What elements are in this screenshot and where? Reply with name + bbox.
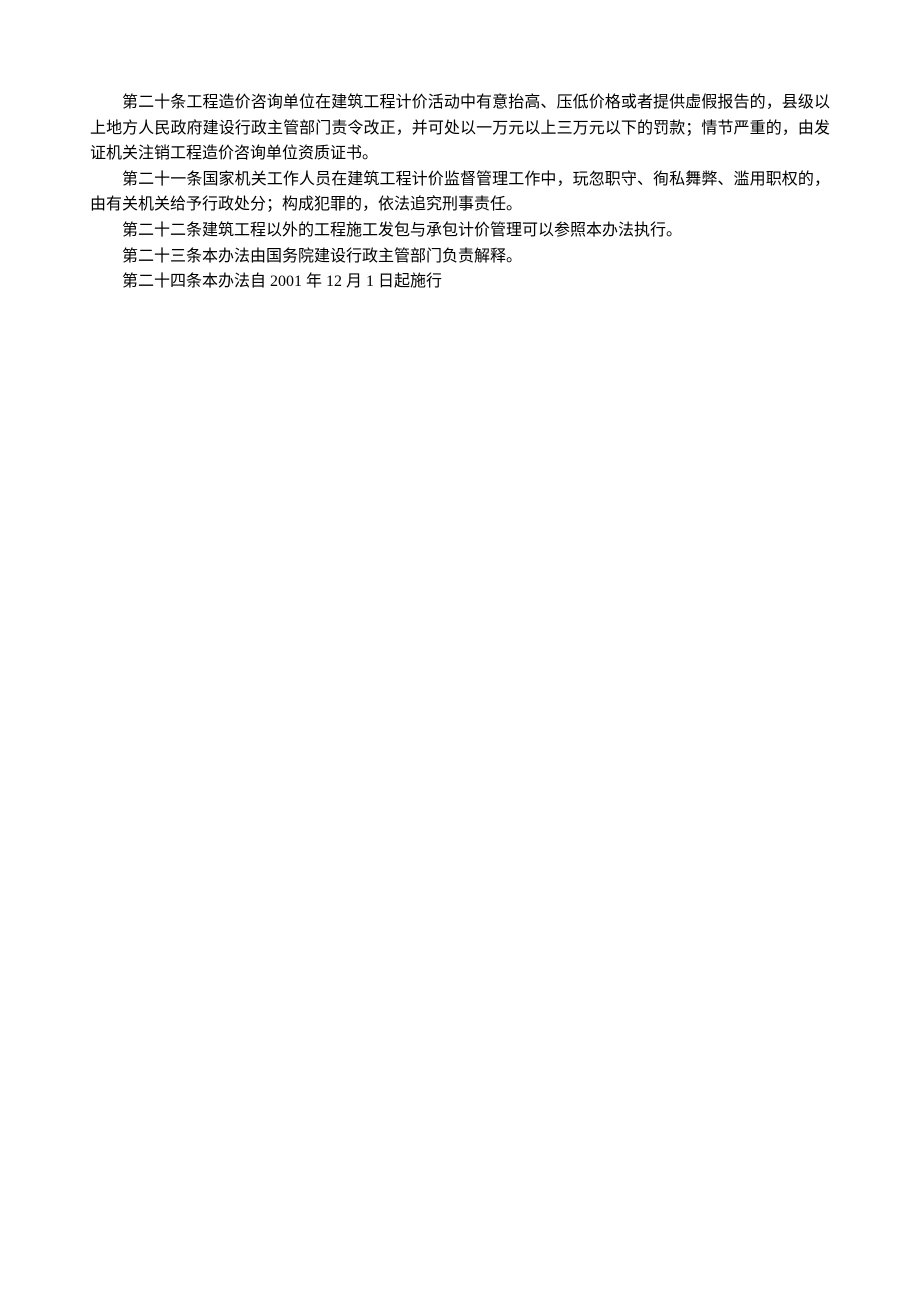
article-20: 第二十条工程造价咨询单位在建筑工程计价活动中有意抬高、压低价格或者提供虚假报告的… <box>90 90 830 167</box>
article-22: 第二十二条建筑工程以外的工程施工发包与承包计价管理可以参照本办法执行。 <box>90 218 830 244</box>
article-24: 第二十四条本办法自 2001 年 12 月 1 日起施行 <box>90 269 830 295</box>
article-23: 第二十三条本办法由国务院建设行政主管部门负责解释。 <box>90 244 830 270</box>
article-21: 第二十一条国家机关工作人员在建筑工程计价监督管理工作中，玩忽职守、徇私舞弊、滥用… <box>90 167 830 218</box>
document-content: 第二十条工程造价咨询单位在建筑工程计价活动中有意抬高、压低价格或者提供虚假报告的… <box>90 90 830 295</box>
